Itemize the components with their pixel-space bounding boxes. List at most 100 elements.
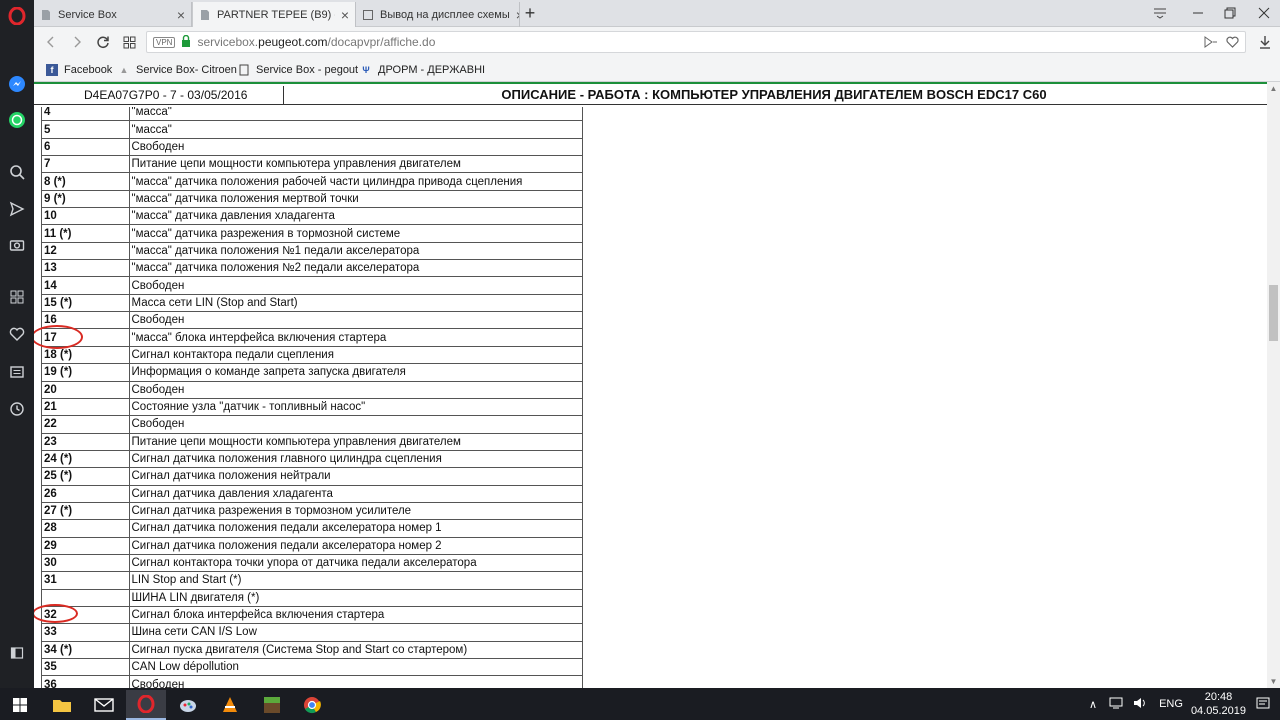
pin-number: 14 xyxy=(41,276,130,295)
history-icon[interactable] xyxy=(7,399,27,419)
table-row: 20 Свободен xyxy=(41,380,583,399)
page-content: D4EA07G7P0 - 7 - 03/05/2016 ОПИСАНИЕ - Р… xyxy=(34,82,1267,688)
table-row: 8 (*) "масса" датчика положения рабочей ч… xyxy=(41,172,583,191)
pin-number: 20 xyxy=(41,380,130,399)
lock-icon[interactable] xyxy=(181,34,191,50)
pin-description: Масса сети LIN (Stop and Start) xyxy=(128,293,583,313)
new-tab-button[interactable]: + xyxy=(518,3,542,23)
url-field[interactable]: VPN servicebox. peugeot.com/docapvpr/affi… xyxy=(146,31,1246,53)
table-row: 28 Сигнал датчика положения педали акселе… xyxy=(41,519,583,538)
pin-table-container: 4 "масса" 5 "масса" 6 Свободен 7 Питание цепи м… xyxy=(41,107,584,688)
pin-number: 30 xyxy=(41,553,130,573)
pin-number: 23 xyxy=(41,432,130,451)
windows-start-icon[interactable] xyxy=(0,690,40,720)
sidebar-toggle-icon[interactable] xyxy=(7,643,27,663)
scroll-up-arrow[interactable]: ▲ xyxy=(1267,82,1280,95)
paint-icon[interactable] xyxy=(168,690,208,720)
minimize-button[interactable] xyxy=(1186,3,1210,23)
messenger-icon[interactable] xyxy=(7,74,27,94)
notifications-icon[interactable] xyxy=(1256,696,1270,713)
tray-expand-icon[interactable]: ∧ xyxy=(1089,698,1097,711)
pin-number: 15 (*) xyxy=(41,293,130,313)
speed-dial-icon[interactable] xyxy=(7,287,27,307)
volume-icon[interactable] xyxy=(1133,697,1147,712)
table-row: 16 Свободен xyxy=(41,311,583,330)
table-row: 19 (*) Информация о команде запрета запус… xyxy=(41,363,583,382)
table-row: 6 Свободен xyxy=(41,137,583,157)
table-row: 32 Сигнал блока интерфейса включения стар… xyxy=(41,605,583,625)
chrome-icon[interactable] xyxy=(292,690,332,720)
bookmark-drorm[interactable]: Ψ ДРОРМ - ДЕРЖАВНІ xyxy=(360,62,485,78)
scrollbar-thumb[interactable] xyxy=(1269,285,1278,341)
bookmark-facebook[interactable]: f Facebook xyxy=(46,62,112,78)
page-icon xyxy=(238,64,250,76)
mail-icon[interactable] xyxy=(84,690,124,720)
heart-icon[interactable] xyxy=(7,324,27,344)
vertical-scrollbar[interactable]: ▲ ▼ xyxy=(1267,82,1280,688)
url-path: /docapvpr/affiche.do xyxy=(327,35,436,49)
bookmark-label: ДРОРМ - ДЕРЖАВНІ xyxy=(378,64,486,76)
vlc-icon[interactable] xyxy=(210,690,250,720)
close-icon[interactable]: × xyxy=(335,7,349,23)
tab-label: PARTNER TEPEE (B9) - D4E xyxy=(217,8,335,21)
table-row: 4 "масса" xyxy=(41,107,583,122)
file-explorer-icon[interactable] xyxy=(42,690,82,720)
network-icon[interactable] xyxy=(1109,697,1123,712)
pin-number: 11 (*) xyxy=(41,224,130,243)
bookmarks-bar: f Facebook ▲ Service Box- Citroen Servic… xyxy=(34,57,1280,82)
clock[interactable]: 20:48 04.05.2019 xyxy=(1191,690,1246,718)
document-title: ОПИСАНИЕ - РАБОТА : КОМПЬЮТЕР УПРАВЛЕНИЯ… xyxy=(501,87,1047,102)
pin-description: Сигнал датчика положения педали акселера… xyxy=(128,519,583,538)
table-row: 24 (*) Сигнал датчика положения главного … xyxy=(41,449,583,469)
pin-description: "масса" датчика положения мертвой точки xyxy=(128,189,583,209)
forward-button[interactable] xyxy=(68,33,86,51)
opera-taskbar-icon[interactable] xyxy=(126,690,166,720)
tab-grid-icon[interactable] xyxy=(120,33,138,51)
download-icon[interactable] xyxy=(1256,33,1274,51)
pin-description: Состояние узла "датчик - топливный насос… xyxy=(128,397,583,417)
close-window-button[interactable] xyxy=(1252,3,1276,23)
tab-service-box[interactable]: Service Box × xyxy=(34,2,192,27)
pin-number: 6 xyxy=(41,137,130,157)
opera-logo-icon[interactable] xyxy=(7,6,27,26)
table-row: 13 "масса" датчика положения №2 педали ак… xyxy=(41,259,583,278)
restore-button[interactable] xyxy=(1218,3,1242,23)
document-header: D4EA07G7P0 - 7 - 03/05/2016 ОПИСАНИЕ - Р… xyxy=(34,82,1267,105)
pin-number: 34 (*) xyxy=(41,640,130,660)
snap-icon[interactable] xyxy=(1204,36,1218,48)
bookmark-label: Facebook xyxy=(64,64,113,76)
send-icon[interactable] xyxy=(7,199,27,219)
camera-icon[interactable] xyxy=(7,235,27,255)
minecraft-icon[interactable] xyxy=(252,690,292,720)
pin-number: 31 xyxy=(41,571,130,590)
whatsapp-icon[interactable] xyxy=(7,110,27,130)
table-row: 17 "масса" блока интерфейса включения ста… xyxy=(41,328,583,347)
pin-number: 8 (*) xyxy=(41,172,130,191)
table-row: 29 Сигнал датчика положения педали акселе… xyxy=(41,536,583,555)
pin-number: 27 (*) xyxy=(41,501,130,521)
language-indicator[interactable]: ENG xyxy=(1159,698,1183,710)
news-icon[interactable] xyxy=(7,362,27,382)
tab-label: Вывод на дисплее схемы xyxy=(380,8,510,21)
bookmark-peugeot[interactable]: Service Box - pegout xyxy=(238,62,358,78)
pin-number: 10 xyxy=(41,207,130,226)
reload-button[interactable] xyxy=(94,33,112,51)
pin-description: Сигнал блока интерфейса включения старте… xyxy=(128,605,583,625)
close-icon[interactable]: × xyxy=(171,7,185,23)
search-icon[interactable] xyxy=(7,162,27,182)
pin-description: Свободен xyxy=(128,415,583,434)
annotation-circle xyxy=(34,604,78,623)
pin-number: 29 xyxy=(41,536,130,555)
tab-menu-icon[interactable] xyxy=(1148,3,1172,23)
table-row: 36 Свободен xyxy=(41,675,583,688)
vpn-badge[interactable]: VPN xyxy=(153,36,176,48)
bookmark-citroen[interactable]: ▲ Service Box- Citroen xyxy=(118,62,237,78)
tab-schema[interactable]: Вывод на дисплее схемы × xyxy=(356,2,520,27)
tab-partner-tepee[interactable]: PARTNER TEPEE (B9) - D4E × xyxy=(192,2,356,27)
back-button[interactable] xyxy=(42,33,60,51)
page-icon xyxy=(363,9,373,20)
scroll-down-arrow[interactable]: ▼ xyxy=(1267,675,1280,688)
page-icon xyxy=(42,9,50,20)
bookmark-heart-icon[interactable] xyxy=(1226,36,1239,48)
table-row: 31 LIN Stop and Start (*) xyxy=(41,571,583,590)
